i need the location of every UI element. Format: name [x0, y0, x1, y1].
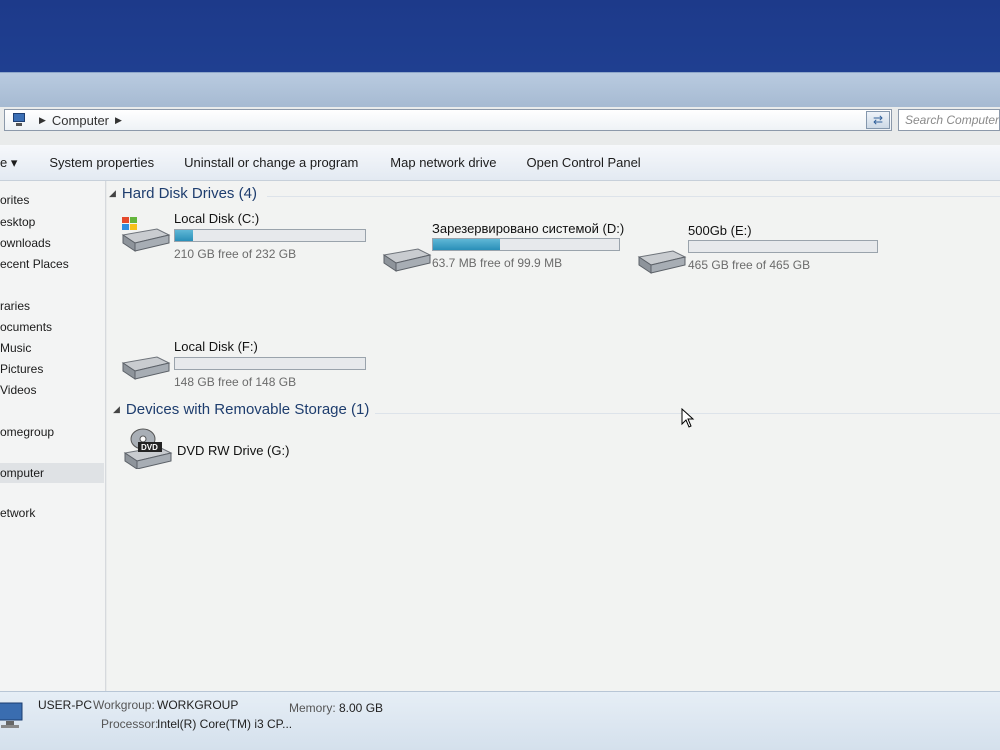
group-header-removable[interactable]: ◢ Devices with Removable Storage (1): [113, 401, 369, 418]
nav-item-documents[interactable]: ocuments: [0, 320, 52, 334]
drive-name: 500Gb (E:): [688, 223, 752, 238]
computer-name: USER-PC: [38, 698, 93, 712]
group-header-hard-disks[interactable]: ◢ Hard Disk Drives (4): [109, 185, 257, 202]
group-header-label: Hard Disk Drives (4): [121, 185, 257, 202]
drive-e-tile[interactable]: 500Gb (E:) 465 GB free of 465 GB: [635, 223, 885, 274]
processor-value: Intel(R) Core(TM) i3 CP...: [157, 717, 293, 731]
collapse-triangle-icon[interactable]: ◢: [109, 188, 116, 198]
breadcrumb-computer[interactable]: Computer: [52, 113, 109, 128]
drive-free-space: 210 GB free of 232 GB: [174, 247, 297, 261]
hard-drive-icon: [121, 356, 171, 380]
nav-item-music[interactable]: Music: [0, 341, 31, 355]
workgroup-label: Workgroup:: [93, 698, 155, 712]
nav-item-recent-places[interactable]: ecent Places: [0, 257, 69, 271]
nav-item-desktop[interactable]: esktop: [0, 215, 35, 229]
processor-label: Processor:: [101, 717, 159, 731]
hard-drive-icon: [637, 250, 687, 274]
nav-item-videos[interactable]: Videos: [0, 383, 36, 397]
drive-free-space: 148 GB free of 148 GB: [174, 375, 297, 389]
drive-c[interactable]: Local Disk (C:) 210 GB free of 232 GB: [119, 211, 369, 263]
drive-name: Local Disk (F:): [174, 339, 258, 354]
drive-usage-fill: [433, 239, 500, 250]
drive-usage-bar: [688, 240, 878, 253]
drive-name: Зарезервировано системой (D:): [432, 221, 625, 236]
drive-d-tile[interactable]: Зарезервировано системой (D:) 63.7 MB fr…: [380, 221, 630, 272]
nav-item-network[interactable]: etwork: [0, 506, 35, 520]
explorer-window: ▶ Computer ▶ ▼ ⇄ Search Computer e ▾ Sys…: [0, 72, 1000, 750]
drive-usage-bar: [432, 238, 620, 251]
drive-name: DVD RW Drive (G:): [177, 443, 290, 458]
nav-item-libraries[interactable]: raries: [0, 299, 30, 313]
details-pane: USER-PC Workgroup: WORKGROUP Memory: 8.0…: [0, 691, 1000, 750]
breadcrumb-arrow-icon[interactable]: ▶: [115, 115, 122, 126]
nav-item-homegroup[interactable]: omegroup: [0, 425, 54, 439]
map-network-drive-button[interactable]: Map network drive: [372, 155, 510, 170]
system-properties-button[interactable]: System properties: [31, 155, 168, 170]
command-bar: e ▾ System properties Uninstall or chang…: [0, 145, 1000, 181]
search-input[interactable]: Search Computer: [898, 109, 1000, 131]
nav-item-favorites[interactable]: orites: [0, 193, 29, 207]
drive-d[interactable]: [379, 291, 639, 341]
refresh-icon[interactable]: ⇄: [866, 111, 890, 129]
organize-button[interactable]: e ▾: [0, 155, 31, 171]
computer-icon: [11, 113, 27, 127]
workgroup-value: WORKGROUP: [157, 698, 239, 712]
drive-usage-bar: [174, 357, 366, 370]
computer-icon: [0, 702, 23, 728]
collapse-triangle-icon[interactable]: ◢: [113, 404, 120, 414]
drive-free-space: 465 GB free of 465 GB: [688, 258, 811, 272]
memory-value: 8.00 GB: [339, 701, 384, 715]
drive-free-space: 63.7 MB free of 99.9 MB: [432, 256, 563, 270]
uninstall-program-button[interactable]: Uninstall or change a program: [168, 155, 372, 170]
open-control-panel-button[interactable]: Open Control Panel: [511, 155, 655, 170]
breadcrumb-arrow-icon[interactable]: ▶: [39, 115, 46, 126]
windows-drive-icon: [121, 217, 171, 252]
nav-item-pictures[interactable]: Pictures: [0, 362, 43, 376]
drive-usage-fill: [175, 230, 194, 241]
navigation-pane: orites esktop ownloads ecent Places rari…: [0, 181, 106, 691]
mouse-cursor-icon: [681, 408, 695, 428]
drive-g[interactable]: DVD DVD RW Drive (G:): [121, 427, 321, 473]
address-bar[interactable]: ▶ Computer ▶ ▼: [4, 109, 892, 131]
dvd-badge: DVD: [141, 443, 158, 452]
nav-item-computer[interactable]: omputer: [0, 463, 104, 483]
drive-f[interactable]: Local Disk (F:) 148 GB free of 148 GB: [119, 339, 369, 391]
memory-label: Memory:: [289, 701, 336, 715]
drive-name: Local Disk (C:): [174, 211, 260, 226]
drive-usage-bar: [174, 229, 366, 242]
group-header-label: Devices with Removable Storage (1): [125, 401, 370, 418]
nav-item-downloads[interactable]: ownloads: [0, 236, 51, 250]
group-divider: [267, 196, 1000, 197]
title-bar: [0, 73, 1000, 107]
hard-drive-icon: [382, 248, 432, 272]
